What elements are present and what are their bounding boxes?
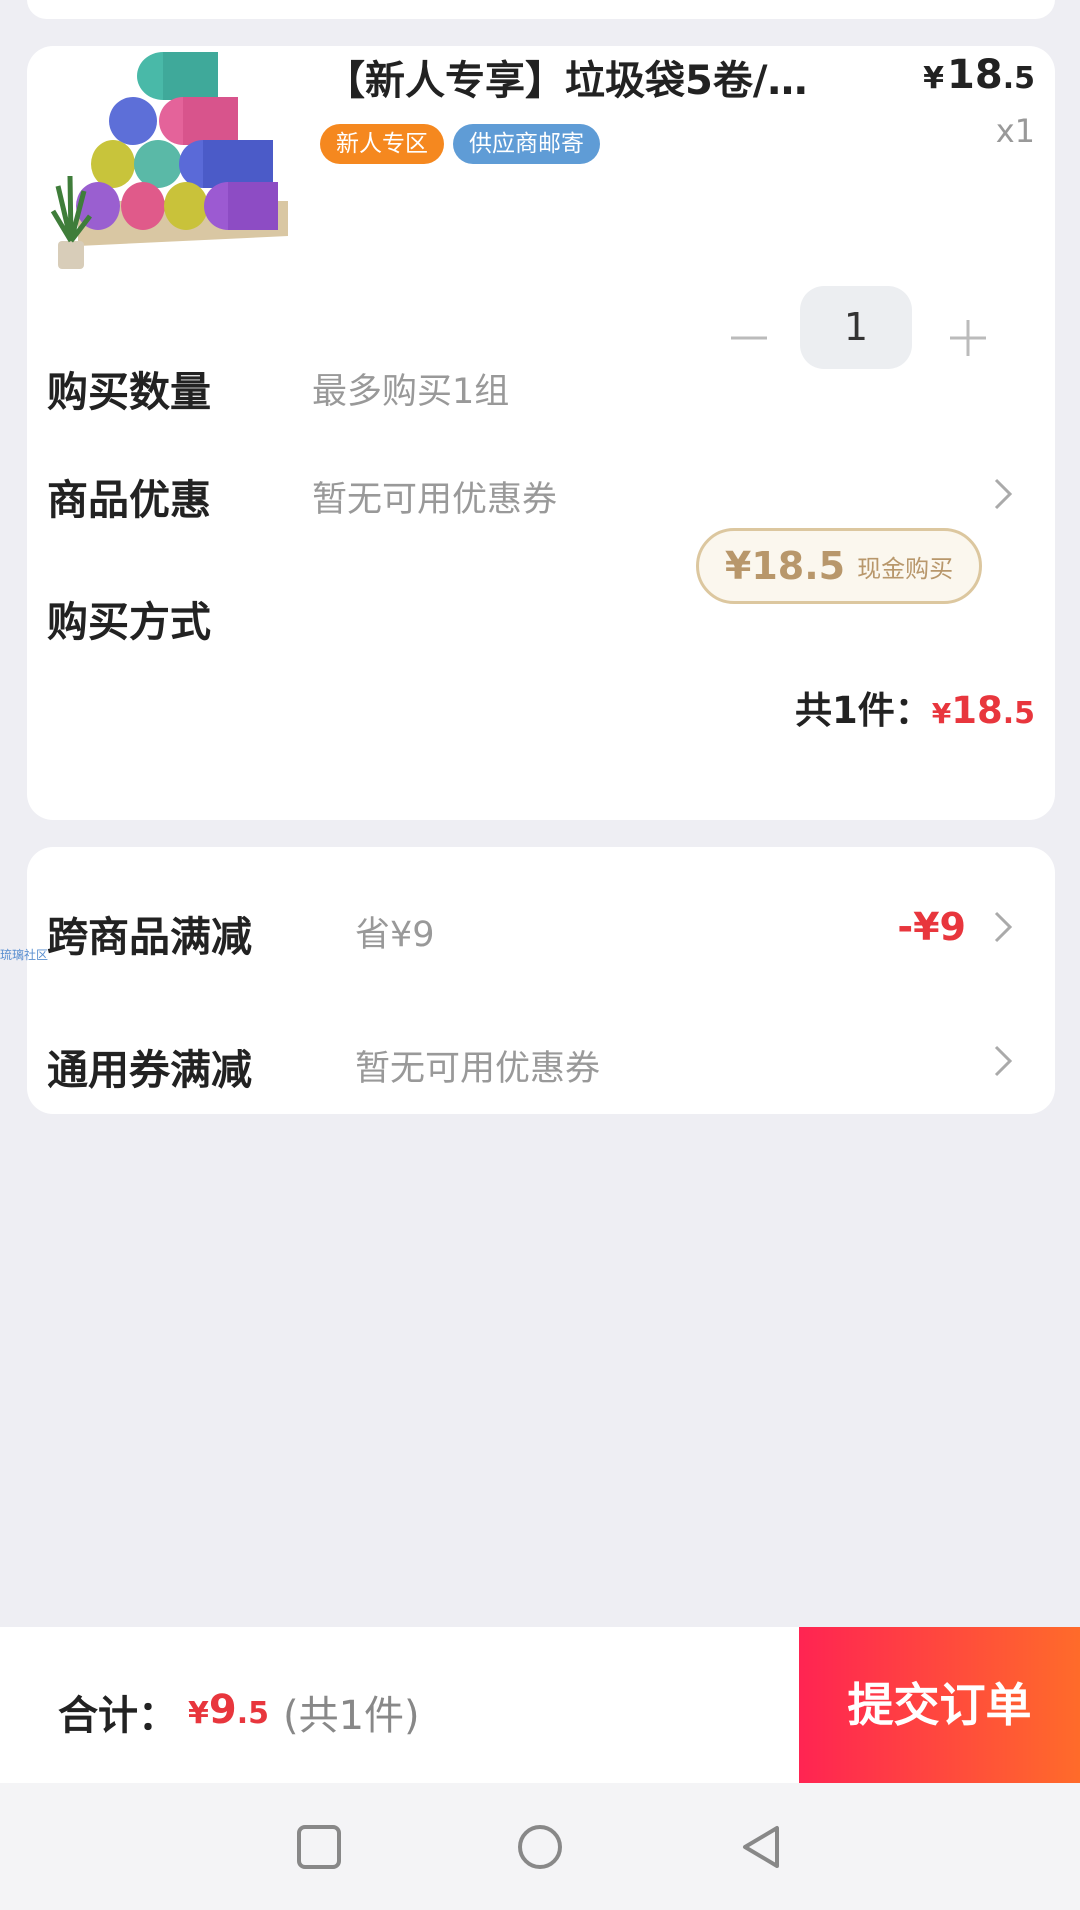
product-discount-label: 商品优惠	[47, 476, 211, 524]
product-image	[50, 52, 288, 269]
back-triangle-icon[interactable]	[737, 1822, 787, 1872]
product-price: ¥18.5	[923, 52, 1035, 98]
total-count: (共1件)	[283, 1693, 420, 1739]
circle-nav-icon[interactable]	[515, 1822, 565, 1872]
quantity-input[interactable]: 1	[800, 286, 912, 369]
chevron-right-icon[interactable]	[985, 1043, 1021, 1079]
product-discount-hint[interactable]: 暂无可用优惠券	[312, 471, 557, 522]
tag-new-user-zone: 新人专区	[320, 124, 444, 164]
product-title[interactable]: 【新人专享】垃圾袋5卷/…	[325, 48, 855, 106]
square-nav-icon[interactable]	[294, 1822, 344, 1872]
purchase-quantity-label: 购买数量	[47, 368, 211, 416]
minus-icon[interactable]	[727, 316, 771, 360]
previous-card	[27, 0, 1055, 19]
chevron-right-icon[interactable]	[985, 909, 1021, 945]
chevron-right-icon[interactable]	[985, 476, 1021, 512]
cash-purchase-option[interactable]: ¥18.5 现金购买	[696, 528, 982, 604]
cross-product-discount-amount[interactable]: -¥9	[897, 905, 966, 949]
cash-purchase-label: 现金购买	[857, 554, 954, 583]
submit-order-button[interactable]: 提交订单	[799, 1627, 1080, 1783]
tag-supplier-shipping: 供应商邮寄	[453, 124, 600, 164]
plus-icon[interactable]	[946, 316, 990, 360]
product-quantity: x1	[995, 112, 1035, 150]
purchase-method-label: 购买方式	[47, 598, 211, 646]
cross-product-discount-hint: 省¥9	[355, 915, 435, 955]
cash-price: ¥18.5	[724, 544, 846, 588]
total-price: ¥9.5	[188, 1687, 269, 1733]
cross-product-discount-label: 跨商品满减	[47, 913, 252, 961]
general-coupon-hint[interactable]: 暂无可用优惠券	[355, 1040, 600, 1091]
total-label: 合计：	[58, 1693, 178, 1739]
subtotal: 共1件：¥18.5	[794, 689, 1035, 732]
watermark: 琉璃社区	[0, 948, 49, 962]
general-coupon-label: 通用券满减	[47, 1046, 252, 1094]
purchase-limit-hint: 最多购买1组	[312, 372, 510, 412]
